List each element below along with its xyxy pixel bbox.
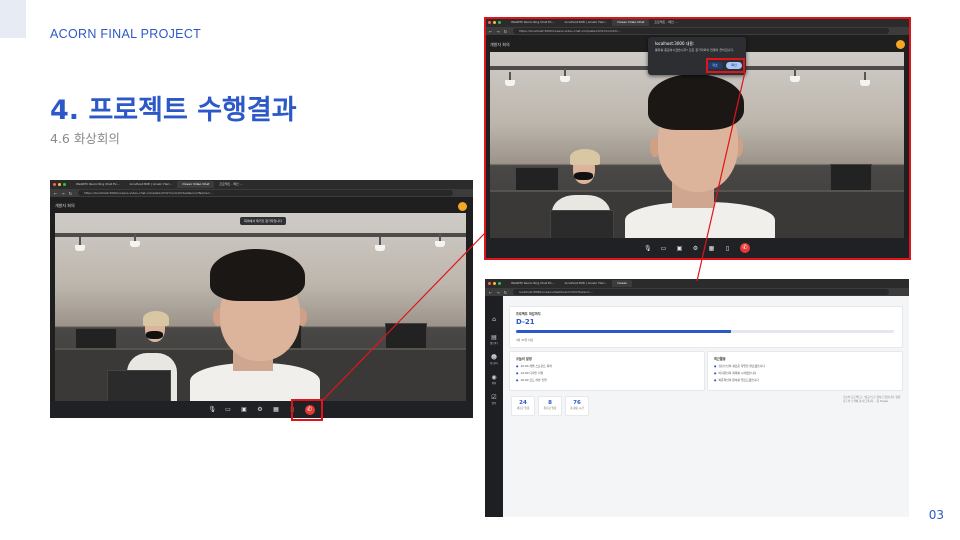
remote-video-feed: 회의에서 제거할 참가자입니다: [55, 213, 466, 401]
room-title: 개발자 회의: [55, 203, 75, 208]
list-item: 박준혁님이 문서를 업로드했습니다: [714, 378, 758, 382]
list-item: 16:00 코드 리뷰 진행: [516, 378, 546, 382]
list-item: 이지은님이 회의를 시작했습니다: [714, 371, 756, 375]
browser-tab[interactable]: 프로젝트 - 메인 ...: [214, 181, 247, 188]
url-field[interactable]: localhost:8080/oceans/dashboard.html?tok…: [513, 289, 889, 295]
list-item: 14:00 디자인 리뷰: [516, 371, 543, 375]
browser-tab-active[interactable]: Ocean: [612, 280, 632, 287]
forward-icon[interactable]: →: [496, 290, 499, 295]
team-icon: ☻: [490, 354, 498, 361]
browser-tab[interactable]: localhost:808 | Linwin Harr...: [560, 280, 613, 287]
dashboard-page: ⌂ ▤ 캘 린더 ☻ 팀 관리 ◉ 위치 ☑ 업무 프로젝트 마감까지 D-21 4월 …: [485, 296, 909, 517]
dashboard-window: WebRTC Recording Chat Ex... localhost:80…: [485, 279, 909, 517]
forward-icon[interactable]: →: [61, 191, 64, 196]
sidebar-item-calendar[interactable]: ▤ 캘 린더: [485, 334, 503, 345]
mic-icon[interactable]: 🎙: [209, 406, 217, 413]
sidebar-item-task[interactable]: ☑ 업무: [485, 394, 503, 405]
slide-header: ACORN FINAL PROJECT: [50, 27, 202, 41]
list-item: 10:00 개발 스프린트 회의: [516, 364, 551, 368]
back-icon[interactable]: ←: [54, 191, 57, 196]
slide-subtitle: 4.6 화상회의: [50, 131, 120, 146]
sidebar-item-home[interactable]: ⌂: [485, 316, 503, 323]
screen-share-icon[interactable]: ▣: [241, 406, 248, 413]
browser-tab-active[interactable]: Ocean Video Chat: [177, 181, 215, 188]
browser-tab[interactable]: WebRTC Recording Chat Ex...: [506, 280, 560, 287]
dialog-window-highlight: [484, 17, 911, 260]
browser-tab[interactable]: localhost:808 | Linwin Harr...: [125, 181, 178, 188]
location-icon: ◉: [491, 374, 497, 381]
address-bar: ← → ↻ localhost:8080/oceans/dashboard.html…: [485, 288, 909, 296]
motivation-note: 오늘의 프로젝트는 "성공"으로 향하고 있습니다. 팀원 모두의 노력에 감사…: [843, 396, 901, 403]
project-deadline-card: 프로젝트 마감까지 D-21 4월 25일 마감: [509, 306, 903, 348]
stat-card-activity-time[interactable]: 76 총 활동 시간: [565, 396, 589, 416]
home-icon: ⌂: [492, 316, 496, 323]
back-icon[interactable]: ←: [489, 290, 492, 295]
sidebar-item-location[interactable]: ◉ 위치: [485, 374, 503, 385]
confirm-button-highlight: [706, 58, 745, 73]
stat-card-completed[interactable]: 8 완료된 일정: [538, 396, 562, 416]
page-number: 03: [928, 508, 944, 522]
today-schedule-card: 오늘의 일정 10:00 개발 스프린트 회의 14:00 디자인 리뷰 16:…: [509, 351, 705, 391]
sidebar-item-team[interactable]: ☻ 팀 관리: [485, 354, 503, 365]
video-chat-window-main: WebRTC Recording Chat Ex... localhost:80…: [50, 180, 473, 418]
project-progress-bar: [516, 330, 894, 333]
recent-activity-card: 최근활동 김민수님이 새로운 작업을 완료했습니다 이지은님이 회의를 시작했습…: [707, 351, 903, 391]
calendar-icon: ▤: [491, 334, 497, 341]
browser-tab-bar: WebRTC Recording Chat Ex... localhost:80…: [50, 180, 473, 189]
list-item: 김민수님이 새로운 작업을 완료했습니다: [714, 364, 764, 368]
browser-tab[interactable]: WebRTC Recording Chat Ex...: [71, 181, 125, 188]
camera-icon[interactable]: ▭: [225, 406, 232, 413]
participant-tooltip: 회의에서 제거할 참가자입니다: [240, 217, 286, 225]
stat-card-notifications[interactable]: 24 새로운 알림: [511, 396, 535, 416]
address-bar: ← → ↻ https://localhost:3000/oceans-video-…: [50, 189, 473, 197]
settings-icon[interactable]: ⚙: [257, 406, 264, 413]
sidebar-nav: ⌂ ▤ 캘 린더 ☻ 팀 관리 ◉ 위치 ☑ 업무: [485, 296, 503, 517]
grid-icon[interactable]: ▦: [273, 406, 280, 413]
reload-icon[interactable]: ↻: [69, 191, 72, 196]
dday-counter: D-21: [516, 318, 535, 326]
url-field[interactable]: https://localhost:3000/oceans-video-chat…: [78, 190, 453, 196]
browser-tab-bar: WebRTC Recording Chat Ex... localhost:80…: [485, 279, 909, 288]
end-call-highlight: [291, 399, 323, 421]
corner-decoration: [0, 0, 26, 38]
task-icon: ☑: [491, 394, 497, 401]
call-control-bar: 🎙 ▭ ▣ ⚙ ▦ ▯ ✆: [50, 401, 473, 418]
user-avatar-button[interactable]: [458, 202, 467, 211]
reload-icon[interactable]: ↻: [504, 290, 507, 295]
slide-title: 4. 프로젝트 수행결과: [50, 95, 297, 126]
